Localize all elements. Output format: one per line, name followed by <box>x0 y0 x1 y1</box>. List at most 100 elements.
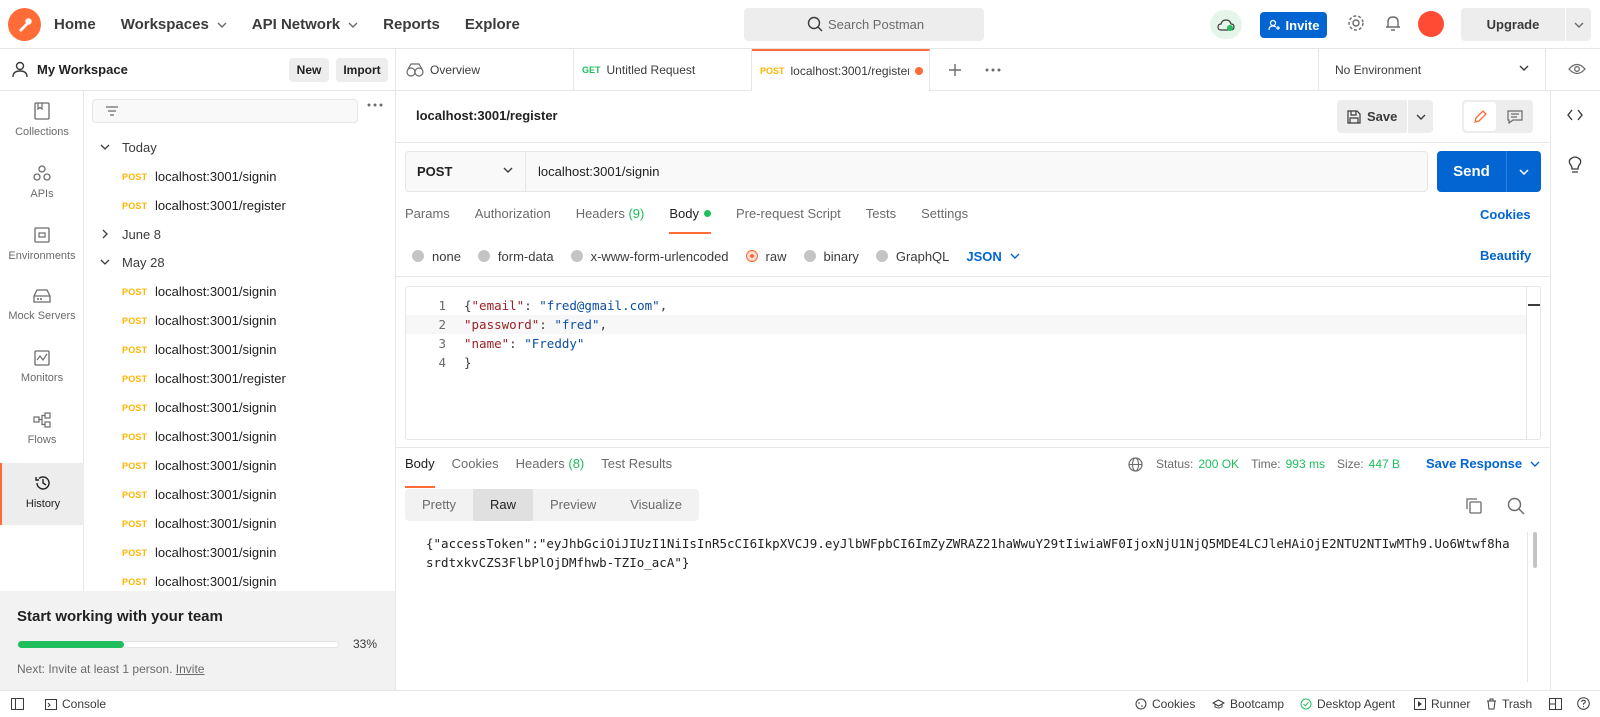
tab-body[interactable]: Body <box>669 206 711 234</box>
nav-explore[interactable]: Explore <box>465 16 520 33</box>
body-type-none[interactable]: none <box>412 249 461 264</box>
format-visualize[interactable]: Visualize <box>613 489 699 521</box>
plus-icon[interactable] <box>948 63 962 77</box>
gear-icon[interactable] <box>1347 14 1365 32</box>
tab-register-request[interactable]: POST localhost:3001/register <box>752 49 930 91</box>
comments-mode-button[interactable] <box>1500 102 1532 131</box>
postman-logo-icon[interactable] <box>8 8 41 41</box>
history-item[interactable]: POST localhost:3001/signin <box>84 277 395 306</box>
history-item[interactable]: POST localhost:3001/signin <box>84 451 395 480</box>
nav-api-network[interactable]: API Network <box>252 16 358 33</box>
status-value[interactable]: 200 OK <box>1198 457 1239 471</box>
history-item[interactable]: POST localhost:3001/signin <box>84 422 395 451</box>
avatar[interactable] <box>1418 11 1444 37</box>
send-button[interactable]: Send <box>1437 151 1541 192</box>
tab-params[interactable]: Params <box>405 206 450 234</box>
globe-icon[interactable] <box>1128 456 1143 472</box>
tab-overview[interactable]: Overview <box>396 49 574 91</box>
search-input[interactable]: Search Postman <box>744 8 984 41</box>
format-preview[interactable]: Preview <box>533 489 613 521</box>
team-invite-link[interactable]: Invite <box>176 662 205 676</box>
tab-headers[interactable]: Headers (9) <box>576 206 645 234</box>
format-raw[interactable]: Raw <box>472 489 533 521</box>
save-dropdown[interactable] <box>1408 114 1433 120</box>
save-response-button[interactable]: Save Response <box>1426 456 1540 471</box>
nav-home[interactable]: Home <box>54 16 96 33</box>
tab-tests[interactable]: Tests <box>866 206 896 234</box>
history-item[interactable]: POST localhost:3001/signin <box>84 306 395 335</box>
history-item[interactable]: POST localhost:3001/signin <box>84 567 395 591</box>
runner-button[interactable]: Runner <box>1414 697 1470 711</box>
cookies-link[interactable]: Cookies <box>1480 207 1531 222</box>
history-item[interactable]: POST localhost:3001/signin <box>84 162 395 191</box>
environment-select[interactable]: No Environment <box>1318 49 1546 91</box>
eye-icon[interactable] <box>1568 63 1586 75</box>
history-group-june-8[interactable]: June 8 <box>84 220 395 249</box>
tab-untitled-request[interactable]: GET Untitled Request <box>574 49 752 91</box>
size-value[interactable]: 447 B <box>1369 457 1400 471</box>
editor-scroll-thumb[interactable] <box>1528 304 1540 306</box>
cookies-button[interactable]: Cookies <box>1135 697 1195 711</box>
request-title[interactable]: localhost:3001/register <box>416 108 558 123</box>
response-body[interactable]: {"accessToken":"eyJhbGciOiJIUzI1NiIsInR5… <box>426 534 1516 572</box>
code-icon[interactable] <box>1567 109 1583 121</box>
method-select[interactable]: POST <box>406 152 526 191</box>
edit-mode-button[interactable] <box>1464 102 1496 131</box>
response-scrollbar[interactable] <box>1533 532 1537 568</box>
history-group-may-28[interactable]: May 28 <box>84 248 395 277</box>
editor-scrollbar[interactable] <box>1526 287 1540 439</box>
sidebar-item-monitors[interactable]: Monitors <box>0 339 84 401</box>
history-item[interactable]: POST localhost:3001/signin <box>84 538 395 567</box>
history-item[interactable]: POST localhost:3001/signin <box>84 393 395 422</box>
body-type-form-data[interactable]: form-data <box>477 249 554 264</box>
sidebar-item-collections[interactable]: Collections <box>0 91 84 153</box>
copy-icon[interactable] <box>1466 498 1482 514</box>
format-pretty[interactable]: Pretty <box>405 489 473 521</box>
tab-authorization[interactable]: Authorization <box>475 206 551 234</box>
layout-icon[interactable] <box>1549 698 1562 710</box>
bootcamp-button[interactable]: Bootcamp <box>1212 697 1284 711</box>
history-group-today[interactable]: Today <box>84 133 395 162</box>
upgrade-button[interactable]: Upgrade <box>1461 8 1591 41</box>
toggle-sidebar-icon[interactable] <box>11 698 24 710</box>
bell-icon[interactable] <box>1385 14 1401 32</box>
sidebar-item-history[interactable]: History <box>0 463 84 525</box>
save-button[interactable]: Save <box>1337 100 1433 133</box>
sidebar-item-flows[interactable]: Flows <box>0 401 84 463</box>
beautify-link[interactable]: Beautify <box>1480 248 1531 263</box>
sidebar-item-environments[interactable]: Environments <box>0 215 84 277</box>
request-body-editor[interactable]: 1 {"email": "fred@gmail.com", 2 "passwor… <box>405 286 1541 440</box>
response-tab-headers[interactable]: Headers (8) <box>516 456 585 482</box>
console-button[interactable]: Console <box>45 697 106 711</box>
body-type-raw[interactable]: raw <box>745 249 787 264</box>
import-button[interactable]: Import <box>336 58 388 82</box>
history-filter-input[interactable] <box>92 99 358 123</box>
lightbulb-icon[interactable] <box>1568 156 1582 174</box>
tab-pre-request-script[interactable]: Pre-request Script <box>736 206 841 234</box>
history-item[interactable]: POST localhost:3001/signin <box>84 480 395 509</box>
history-item[interactable]: POST localhost:3001/signin <box>84 509 395 538</box>
nav-reports[interactable]: Reports <box>383 16 440 33</box>
send-dropdown[interactable] <box>1507 168 1541 175</box>
sidebar-item-apis[interactable]: APIs <box>0 153 84 215</box>
body-format-select[interactable]: JSON <box>966 249 1020 264</box>
body-type-graphql[interactable]: GraphQL <box>875 249 949 264</box>
history-item[interactable]: POST localhost:3001/register <box>84 364 395 393</box>
search-icon[interactable] <box>1507 497 1525 515</box>
time-value[interactable]: 993 ms <box>1286 457 1325 471</box>
invite-button[interactable]: Invite <box>1260 12 1327 38</box>
history-item[interactable]: POST localhost:3001/register <box>84 191 395 220</box>
help-icon[interactable] <box>1577 697 1590 710</box>
save-main[interactable]: Save <box>1337 100 1408 133</box>
nav-workspaces[interactable]: Workspaces <box>121 16 227 33</box>
history-item[interactable]: POST localhost:3001/signin <box>84 335 395 364</box>
response-tab-cookies[interactable]: Cookies <box>452 456 499 482</box>
trash-button[interactable]: Trash <box>1486 697 1532 711</box>
more-options-icon[interactable] <box>367 103 383 107</box>
tab-settings[interactable]: Settings <box>921 206 968 234</box>
url-input[interactable]: localhost:3001/signin <box>526 164 659 179</box>
sync-status-icon[interactable] <box>1210 10 1242 39</box>
desktop-agent-button[interactable]: Desktop Agent <box>1300 697 1395 711</box>
sidebar-item-mock-servers[interactable]: Mock Servers <box>0 277 84 339</box>
body-type-binary[interactable]: binary <box>803 249 859 264</box>
